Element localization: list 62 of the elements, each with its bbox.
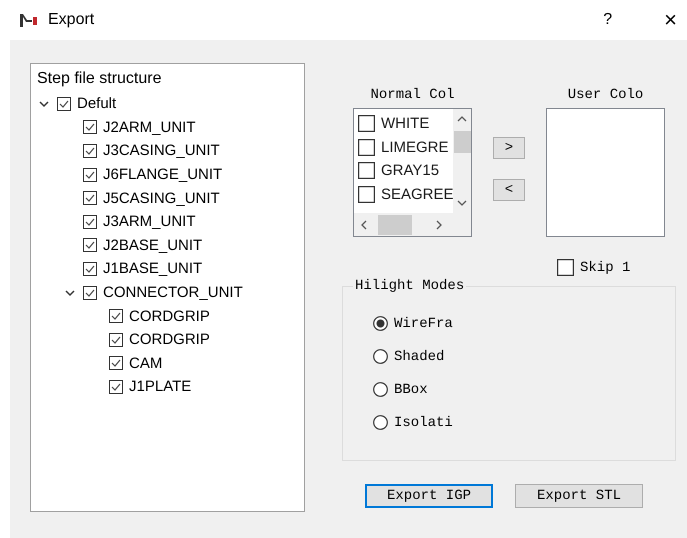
- move-button[interactable]: >: [493, 137, 525, 159]
- list-item[interactable]: WHITE: [381, 115, 430, 132]
- radio-label: Shaded: [394, 348, 444, 364]
- radio-button[interactable]: [373, 415, 388, 430]
- export-button[interactable]: Export STL: [515, 484, 643, 508]
- tree-item[interactable]: J5CASING_UNIT: [103, 190, 220, 207]
- radio-button[interactable]: [373, 316, 388, 331]
- radio-label: Isolati: [394, 414, 453, 430]
- export-button[interactable]: Export IGP: [365, 484, 493, 508]
- tree-item[interactable]: J2ARM_UNIT: [103, 118, 196, 136]
- checkbox[interactable]: [83, 214, 97, 229]
- group-title: Hilight Modes: [353, 278, 466, 294]
- move-button[interactable]: <: [493, 179, 525, 201]
- checkbox[interactable]: [358, 186, 375, 203]
- checkbox[interactable]: [57, 96, 71, 111]
- scroll-thumb[interactable]: [454, 131, 470, 153]
- checkbox[interactable]: [358, 162, 375, 180]
- checkbox[interactable]: [83, 286, 97, 300]
- checkbox[interactable]: [109, 309, 123, 324]
- radio-label: WireFra: [394, 316, 453, 332]
- checkbox[interactable]: [109, 380, 123, 394]
- tree-item[interactable]: CONNECTOR_UNIT: [103, 284, 243, 302]
- checkbox[interactable]: [83, 262, 97, 276]
- list-label: Normal Col: [370, 87, 454, 105]
- tree-item[interactable]: CAM: [129, 354, 162, 372]
- checkbox-label: Skip 1: [580, 260, 630, 276]
- scroll-thumb[interactable]: [378, 214, 412, 234]
- vertical-scrollbar[interactable]: [453, 109, 471, 213]
- checkbox[interactable]: [83, 191, 97, 206]
- tree-item[interactable]: J2BASE_UNIT: [103, 236, 202, 254]
- window-title: Export: [48, 11, 94, 29]
- tree-item[interactable]: J3ARM_UNIT: [103, 213, 196, 230]
- radio-button[interactable]: [373, 349, 388, 364]
- radio-button[interactable]: [373, 382, 388, 397]
- list-item[interactable]: SEAGREE: [381, 186, 453, 203]
- tree-item[interactable]: CORDGRIP: [129, 308, 210, 325]
- tree-item[interactable]: CORDGRIP: [129, 331, 210, 348]
- list-item[interactable]: GRAY15: [381, 162, 440, 180]
- tree-item[interactable]: J6FLANGE_UNIT: [103, 166, 222, 184]
- checkbox[interactable]: [109, 332, 123, 347]
- tree-item[interactable]: J1BASE_UNIT: [103, 260, 202, 278]
- checkbox[interactable]: [557, 259, 574, 276]
- checkbox[interactable]: [358, 138, 375, 156]
- checkbox[interactable]: [83, 168, 97, 182]
- panel-title: Step file structure: [37, 70, 162, 88]
- color-list[interactable]: WHITE LIMEGRE GRAY15 SEAGREE: [353, 108, 472, 237]
- user-color-list[interactable]: [546, 108, 665, 237]
- checkbox[interactable]: [358, 115, 375, 132]
- checkbox[interactable]: [83, 238, 97, 252]
- list-item[interactable]: LIMEGRE: [381, 138, 449, 156]
- tree-item[interactable]: Defult: [77, 95, 116, 112]
- app-logo-icon: [18, 12, 40, 28]
- checkbox[interactable]: [109, 356, 123, 370]
- checkbox[interactable]: [83, 144, 97, 158]
- horizontal-scrollbar[interactable]: [354, 213, 471, 236]
- list-label: User Colo: [568, 87, 644, 105]
- radio-label: BBox: [394, 382, 428, 398]
- help-button[interactable]: ?: [603, 11, 612, 29]
- tree-item[interactable]: J1PLATE: [129, 378, 192, 396]
- checkbox[interactable]: [83, 120, 97, 134]
- close-button[interactable]: ×: [664, 9, 677, 31]
- tree-item[interactable]: J3CASING_UNIT: [103, 142, 220, 160]
